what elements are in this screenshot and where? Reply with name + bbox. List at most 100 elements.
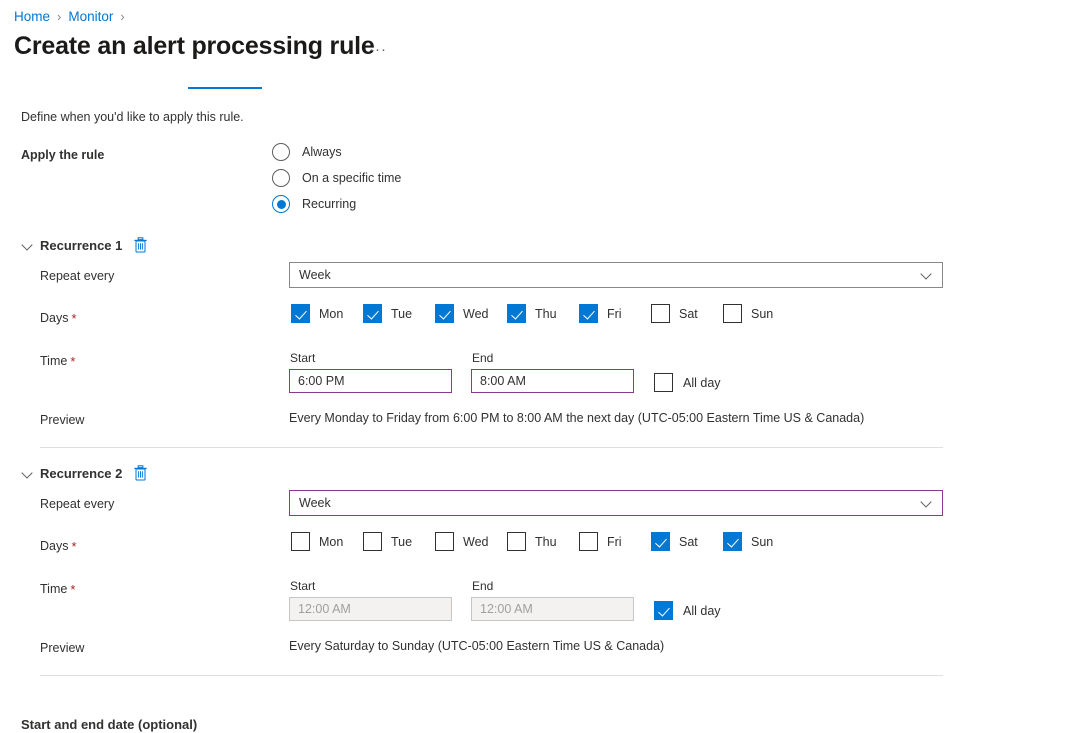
recurrence-title: Recurrence 1 [40, 238, 122, 253]
all-day-checkbox-2[interactable]: All day [654, 601, 721, 620]
breadcrumb-separator: › [57, 8, 61, 26]
day-label: Tue [391, 535, 412, 549]
radio-label: Always [302, 145, 342, 159]
preview-text-1: Every Monday to Friday from 6:00 PM to 8… [289, 411, 864, 425]
day-label: Sat [679, 535, 698, 549]
start-end-date-heading: Start and end date (optional) [21, 717, 197, 732]
checkbox-mark [723, 304, 742, 323]
dropdown-value: Week [299, 496, 331, 510]
recurrence-2-header[interactable]: Recurrence 2 [21, 465, 148, 481]
day-checkbox-mon[interactable]: Mon [291, 532, 363, 551]
input-value: 8:00 AM [480, 374, 526, 388]
repeat-every-dropdown-2[interactable]: Week [289, 490, 943, 516]
preview-label-1: Preview [40, 413, 84, 427]
checkbox-mark [507, 304, 526, 323]
repeat-every-dropdown-1[interactable]: Week [289, 262, 943, 288]
intro-description: Define when you'd like to apply this rul… [21, 110, 244, 124]
breadcrumb-separator: › [120, 8, 124, 26]
preview-text-2: Every Saturday to Sunday (UTC-05:00 East… [289, 639, 664, 653]
day-checkbox-fri[interactable]: Fri [579, 304, 651, 323]
time-label-text: Time [40, 582, 67, 596]
end-time-input-1[interactable]: 8:00 AM [471, 369, 634, 393]
checkbox-mark [651, 304, 670, 323]
input-value: 12:00 AM [298, 602, 351, 616]
breadcrumb: Home › Monitor › [14, 8, 132, 26]
required-marker: * [71, 311, 76, 326]
input-value: 12:00 AM [480, 602, 533, 616]
all-day-label: All day [683, 376, 721, 390]
radio-option-recurring[interactable]: Recurring [272, 195, 356, 213]
days-checkbox-group-1: Mon Tue Wed Thu Fri Sat Sun [291, 304, 795, 323]
chevron-down-icon [921, 270, 932, 281]
breadcrumb-item-monitor[interactable]: Monitor [68, 8, 113, 26]
repeat-every-label-2: Repeat every [40, 497, 114, 511]
day-label: Sat [679, 307, 698, 321]
time-label-2: Time* [40, 582, 75, 597]
section-divider [40, 447, 943, 448]
section-divider [40, 675, 943, 676]
end-time-caption-1: End [472, 351, 493, 365]
day-label: Fri [607, 307, 622, 321]
input-value: 6:00 PM [298, 374, 345, 388]
checkbox-mark [291, 532, 310, 551]
day-checkbox-sun[interactable]: Sun [723, 304, 795, 323]
radio-label: On a specific time [302, 171, 401, 185]
days-label-text: Days [40, 539, 68, 553]
end-time-caption-2: End [472, 579, 493, 593]
required-marker: * [70, 354, 75, 369]
day-checkbox-tue[interactable]: Tue [363, 304, 435, 323]
time-label-1: Time* [40, 354, 75, 369]
dropdown-value: Week [299, 268, 331, 282]
checkbox-mark [654, 373, 673, 392]
active-tab-indicator [188, 87, 262, 89]
day-label: Sun [751, 307, 773, 321]
trash-icon[interactable] [133, 465, 148, 481]
all-day-checkbox-1[interactable]: All day [654, 373, 721, 392]
chevron-down-icon [921, 498, 932, 509]
days-checkbox-group-2: Mon Tue Wed Thu Fri Sat Sun [291, 532, 795, 551]
day-checkbox-sun[interactable]: Sun [723, 532, 795, 551]
more-actions-button[interactable]: ··· [369, 41, 387, 58]
start-time-caption-1: Start [290, 351, 315, 365]
day-checkbox-wed[interactable]: Wed [435, 532, 507, 551]
days-label-2: Days* [40, 539, 77, 554]
day-checkbox-thu[interactable]: Thu [507, 304, 579, 323]
day-label: Tue [391, 307, 412, 321]
end-time-input-2[interactable]: 12:00 AM [471, 597, 634, 621]
start-time-input-1[interactable]: 6:00 PM [289, 369, 452, 393]
day-checkbox-sat[interactable]: Sat [651, 304, 723, 323]
radio-label: Recurring [302, 197, 356, 211]
required-marker: * [71, 539, 76, 554]
day-checkbox-mon[interactable]: Mon [291, 304, 363, 323]
start-time-caption-2: Start [290, 579, 315, 593]
checkbox-mark [291, 304, 310, 323]
day-label: Thu [535, 535, 557, 549]
checkbox-mark [507, 532, 526, 551]
chevron-down-icon[interactable] [21, 238, 35, 252]
radio-option-on-a-specific-time[interactable]: On a specific time [272, 169, 401, 187]
chevron-down-icon[interactable] [21, 466, 35, 480]
day-label: Wed [463, 535, 488, 549]
day-checkbox-tue[interactable]: Tue [363, 532, 435, 551]
day-label: Wed [463, 307, 488, 321]
day-checkbox-fri[interactable]: Fri [579, 532, 651, 551]
radio-option-always[interactable]: Always [272, 143, 342, 161]
start-time-input-2[interactable]: 12:00 AM [289, 597, 452, 621]
breadcrumb-item-home[interactable]: Home [14, 8, 50, 26]
required-marker: * [70, 582, 75, 597]
day-label: Mon [319, 535, 343, 549]
trash-icon[interactable] [133, 237, 148, 253]
radio-mark [272, 195, 290, 213]
day-checkbox-sat[interactable]: Sat [651, 532, 723, 551]
recurrence-1-header[interactable]: Recurrence 1 [21, 237, 148, 253]
repeat-every-label-1: Repeat every [40, 269, 114, 283]
checkbox-mark [435, 304, 454, 323]
day-checkbox-wed[interactable]: Wed [435, 304, 507, 323]
day-checkbox-thu[interactable]: Thu [507, 532, 579, 551]
day-label: Thu [535, 307, 557, 321]
checkbox-mark [363, 304, 382, 323]
page-title: Create an alert processing rule [14, 32, 375, 61]
checkbox-mark [579, 532, 598, 551]
all-day-label: All day [683, 604, 721, 618]
days-label-1: Days* [40, 311, 77, 326]
